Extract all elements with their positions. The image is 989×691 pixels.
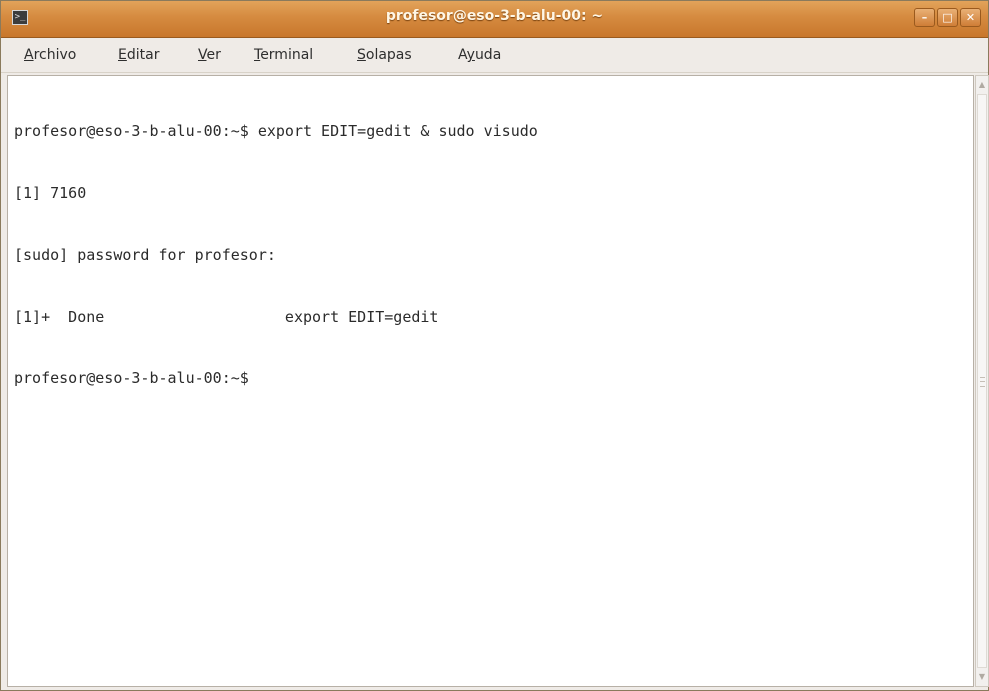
- terminal-text: profesor@eso-3-b-alu-00:~$ export EDIT=g…: [14, 80, 538, 430]
- menu-ayuda[interactable]: Ayuda: [454, 38, 505, 72]
- terminal-output[interactable]: profesor@eso-3-b-alu-00:~$ export EDIT=g…: [7, 75, 974, 687]
- terminal-line: [1] 7160: [14, 183, 87, 202]
- terminal-line: profesor@eso-3-b-alu-00:~$ export EDIT=g…: [14, 122, 538, 141]
- scrollbar-thumb[interactable]: [977, 94, 987, 668]
- vertical-scrollbar[interactable]: ▲ ▼: [975, 75, 989, 687]
- menu-terminal[interactable]: Terminal: [250, 38, 317, 72]
- menu-ver[interactable]: Ver: [194, 38, 225, 72]
- close-button[interactable]: ✕: [960, 8, 981, 27]
- scroll-down-arrow-icon[interactable]: ▼: [976, 670, 988, 684]
- menu-solapas[interactable]: Solapas: [353, 38, 416, 72]
- menu-bar: Archivo Editar Ver Terminal Solapas Ayud…: [1, 38, 988, 73]
- minimize-icon: –: [921, 11, 928, 24]
- terminal-window: >_ profesor@eso-3-b-alu-00: ~ – □ ✕ Arch…: [0, 0, 989, 691]
- menu-archivo[interactable]: Archivo: [20, 38, 80, 72]
- maximize-icon: □: [942, 11, 953, 24]
- close-icon: ✕: [965, 11, 976, 24]
- scroll-up-arrow-icon[interactable]: ▲: [976, 78, 988, 92]
- minimize-button[interactable]: –: [914, 8, 935, 27]
- terminal-prompt-line: profesor@eso-3-b-alu-00:~$: [14, 369, 258, 388]
- menu-editar[interactable]: Editar: [114, 38, 163, 72]
- window-title: profesor@eso-3-b-alu-00: ~: [385, 8, 604, 24]
- maximize-button[interactable]: □: [937, 8, 958, 27]
- terminal-line: [1]+ Done export EDIT=gedit: [14, 307, 439, 326]
- title-bar[interactable]: >_ profesor@eso-3-b-alu-00: ~ – □ ✕: [1, 1, 988, 38]
- terminal-line: [sudo] password for profesor:: [14, 245, 276, 264]
- scrollbar-grip-icon: [980, 377, 985, 387]
